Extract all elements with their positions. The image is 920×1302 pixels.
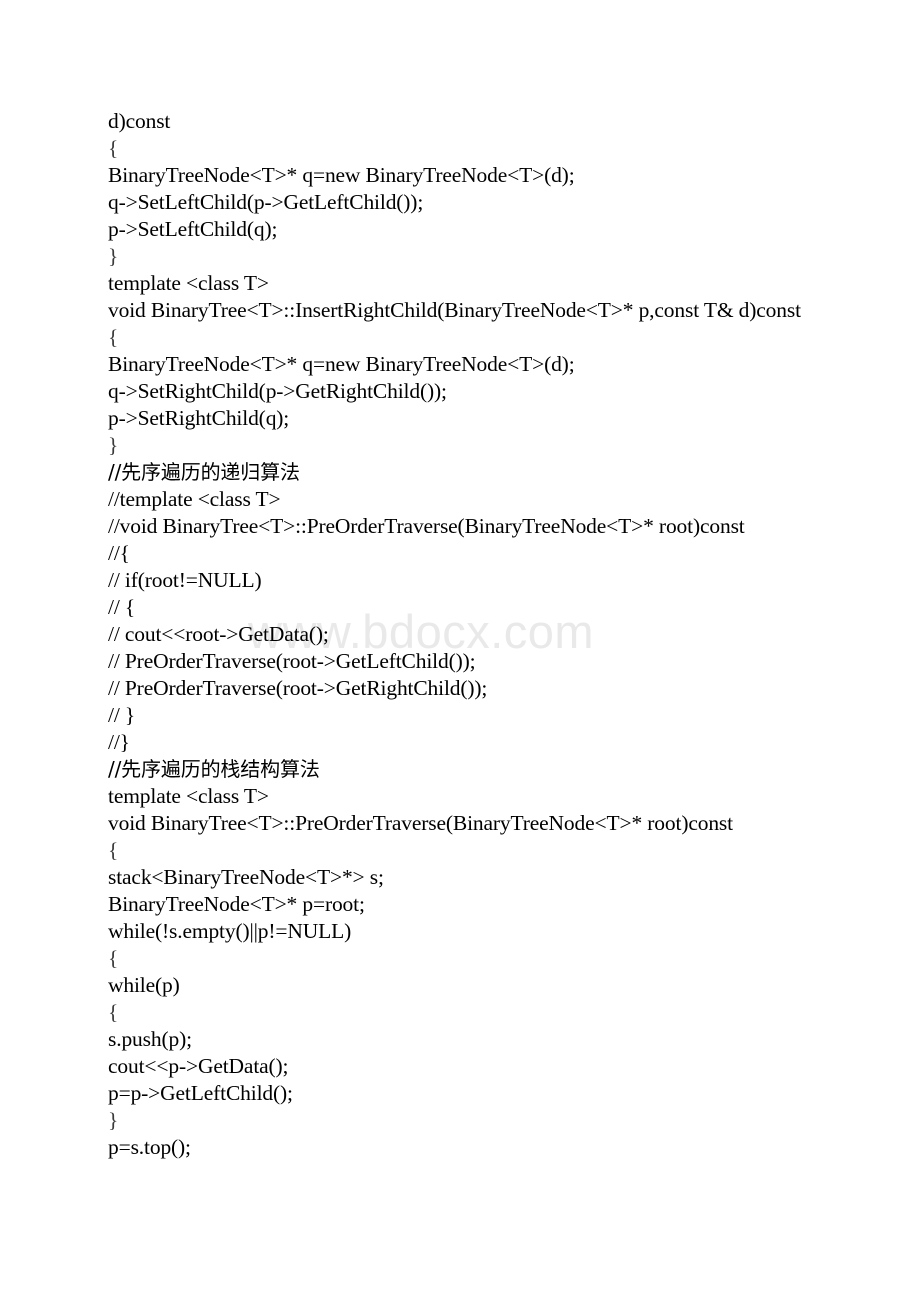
code-line: p=s.top();: [108, 1135, 191, 1159]
code-line: while(p): [108, 973, 180, 997]
code-line: q->SetRightChild(p->GetRightChild());: [108, 379, 447, 403]
code-line: // }: [108, 703, 136, 727]
code-line: // if(root!=NULL): [108, 568, 262, 592]
code-line: //template <class T>: [108, 487, 281, 511]
code-line: void BinaryTree<T>::InsertRightChild(Bin…: [108, 298, 801, 322]
code-line: {: [108, 946, 119, 970]
code-line: //{: [108, 541, 130, 565]
code-line: {: [108, 1000, 119, 1024]
code-line: d)const: [108, 109, 171, 133]
code-listing: d)const { BinaryTreeNode<T>* q=new BinaryT…: [108, 108, 820, 1161]
code-line: template <class T>: [108, 784, 269, 808]
code-line: // PreOrderTraverse(root->GetLeftChild()…: [108, 649, 476, 673]
code-line: //void BinaryTree<T>::PreOrderTraverse(B…: [108, 514, 745, 538]
code-line: }: [108, 244, 119, 268]
code-line: // PreOrderTraverse(root->GetRightChild(…: [108, 676, 488, 700]
code-line: void BinaryTree<T>::PreOrderTraverse(Bin…: [108, 811, 733, 835]
code-line: BinaryTreeNode<T>* p=root;: [108, 892, 365, 916]
code-line: cout<<p->GetData();: [108, 1054, 289, 1078]
code-line: q->SetLeftChild(p->GetLeftChild());: [108, 190, 424, 214]
code-line: }: [108, 1108, 119, 1132]
code-line: p->SetRightChild(q);: [108, 406, 290, 430]
code-line: //}: [108, 730, 130, 754]
code-line: p=p->GetLeftChild();: [108, 1081, 293, 1105]
code-line: }: [108, 433, 119, 457]
code-line: BinaryTreeNode<T>* q=new BinaryTreeNode<…: [108, 352, 575, 376]
code-line: while(!s.empty()||p!=NULL): [108, 919, 352, 943]
code-line: p->SetLeftChild(q);: [108, 217, 278, 241]
document-page: www.bdocx.com d)const{BinaryTreeNode<T>*…: [0, 0, 920, 1302]
code-line: template <class T>: [108, 271, 269, 295]
code-line: //先序遍历的栈结构算法: [108, 757, 320, 781]
code-line: // {: [108, 595, 136, 619]
code-line: {: [108, 136, 119, 160]
code-line: s.push(p);: [108, 1027, 192, 1051]
code-line: stack<BinaryTreeNode<T>*> s;: [108, 865, 384, 889]
code-line: // cout<<root->GetData();: [108, 622, 329, 646]
code-line: {: [108, 325, 119, 349]
code-line: BinaryTreeNode<T>* q=new BinaryTreeNode<…: [108, 163, 575, 187]
code-line: //先序遍历的递归算法: [108, 460, 300, 484]
code-line: {: [108, 838, 119, 862]
